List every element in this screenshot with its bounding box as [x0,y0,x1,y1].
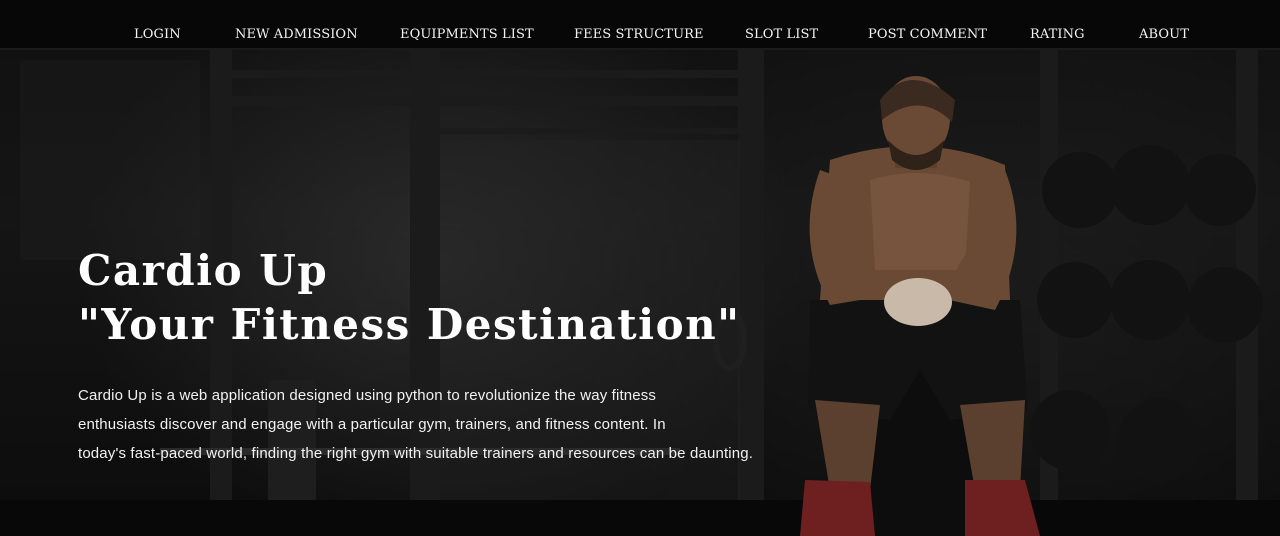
hero-description: Cardio Up is a web application designed … [78,381,868,468]
nav-new-admission-link[interactable]: NEW ADMISSION [235,27,358,42]
hero-title-line-2: "Your Fitness Destination" [78,300,741,349]
hero-section: LOGIN NEW ADMISSION EQUIPMENTS LIST FEES… [0,0,1280,536]
nav-login-link[interactable]: LOGIN [134,27,181,42]
nav-post-comment-link[interactable]: POST COMMENT [868,27,987,42]
nav-equipments-list-link[interactable]: EQUIPMENTS LIST [400,27,534,42]
hero-title: Cardio Up "Your Fitness Destination" [78,244,741,352]
nav-rating-link[interactable]: RATING [1030,27,1085,42]
nav-slot-list-link[interactable]: SLOT LIST [745,27,818,42]
nav-fees-structure-link[interactable]: FEES STRUCTURE [574,27,704,42]
nav-about-link[interactable]: ABOUT [1139,27,1189,42]
hero-title-line-1: Cardio Up [78,246,329,295]
hero-description-line: enthusiasts discover and engage with a p… [78,416,666,433]
hero-description-line: Cardio Up is a web application designed … [78,387,657,404]
top-navigation-bar: LOGIN NEW ADMISSION EQUIPMENTS LIST FEES… [0,0,1280,48]
hero-description-line: today's fast-paced world, finding the ri… [78,445,754,462]
